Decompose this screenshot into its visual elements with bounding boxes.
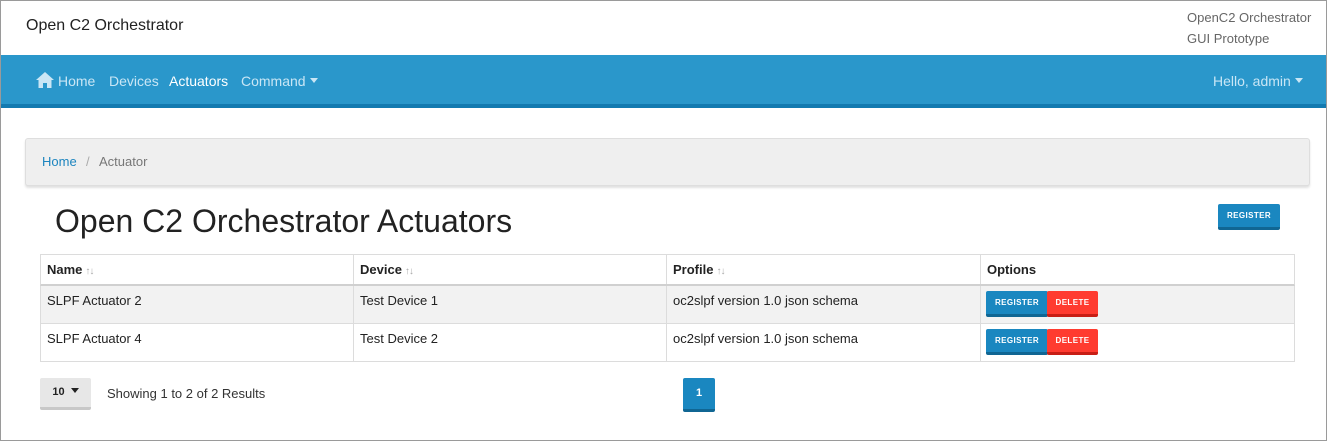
column-header-device[interactable]: Device ↑↓	[354, 255, 667, 284]
app-title: Open C2 Orchestrator	[26, 17, 184, 34]
breadcrumb-current: Actuator	[99, 154, 148, 169]
nav-command-label: Command	[241, 73, 306, 89]
sort-icon: ↑↓	[85, 266, 94, 277]
caret-down-icon	[70, 388, 79, 394]
page-size-dropdown[interactable]: 10	[40, 378, 91, 410]
cell-profile: oc2slpf version 1.0 json schema	[667, 324, 981, 361]
table-row: SLPF Actuator 4 Test Device 2 oc2slpf ve…	[40, 324, 1295, 362]
column-header-options: Options	[987, 262, 1037, 277]
results-summary: Showing 1 to 2 of 2 Results	[107, 386, 266, 401]
cell-name: SLPF Actuator 2	[41, 286, 354, 323]
user-menu-dropdown[interactable]: Hello, admin	[1213, 73, 1303, 89]
cell-profile: oc2slpf version 1.0 json schema	[667, 286, 981, 323]
main-navbar: Home Devices Actuators Command Hello, ad…	[1, 55, 1326, 108]
nav-devices[interactable]: Devices	[109, 73, 159, 89]
sort-icon: ↑↓	[404, 266, 414, 277]
pagination-page-button[interactable]: 1	[683, 378, 715, 412]
app-subtitle: OpenC2 Orchestrator GUI Prototype	[1187, 7, 1311, 49]
column-header-label: Profile	[673, 262, 714, 277]
table-row: SLPF Actuator 2 Test Device 1 oc2slpf ve…	[40, 286, 1295, 324]
nav-home[interactable]: Home	[58, 73, 95, 89]
table-header: Name ↑↓ Device ↑↓ Profile ↑↓ Options	[40, 254, 1295, 286]
sort-icon: ↑↓	[716, 266, 725, 277]
breadcrumb-home-link[interactable]: Home	[42, 154, 77, 169]
row-register-button[interactable]: REGISTER	[986, 329, 1048, 355]
column-header-name[interactable]: Name ↑↓	[41, 255, 354, 284]
page-size-value: 10	[52, 386, 65, 398]
cell-device: Test Device 1	[354, 286, 667, 323]
row-delete-button[interactable]: DELETE	[1047, 291, 1098, 317]
column-header-label: Name	[47, 262, 83, 277]
register-button[interactable]: REGISTER	[1218, 204, 1280, 230]
breadcrumb: Home / Actuator	[25, 138, 1310, 186]
column-header-label: Device	[360, 262, 402, 277]
column-header-profile[interactable]: Profile ↑↓	[667, 255, 981, 284]
cell-options: REGISTER DELETE	[981, 324, 1294, 361]
home-icon[interactable]	[35, 71, 55, 89]
page-title: Open C2 Orchestrator Actuators	[55, 203, 513, 239]
nav-command-dropdown[interactable]: Command	[241, 73, 318, 89]
subtitle-line-2: GUI Prototype	[1187, 31, 1270, 46]
cell-name: SLPF Actuator 4	[41, 324, 354, 361]
breadcrumb-separator: /	[86, 154, 90, 169]
row-delete-button[interactable]: DELETE	[1047, 329, 1098, 355]
cell-device: Test Device 2	[354, 324, 667, 361]
nav-actuators[interactable]: Actuators	[169, 73, 228, 89]
user-greeting: Hello, admin	[1213, 73, 1291, 89]
caret-down-icon	[309, 78, 318, 84]
row-register-button[interactable]: REGISTER	[986, 291, 1048, 317]
top-header: Open C2 Orchestrator OpenC2 Orchestrator…	[1, 1, 1326, 55]
cell-options: REGISTER DELETE	[981, 286, 1294, 323]
caret-down-icon	[1294, 78, 1303, 84]
subtitle-line-1: OpenC2 Orchestrator	[1187, 10, 1312, 25]
